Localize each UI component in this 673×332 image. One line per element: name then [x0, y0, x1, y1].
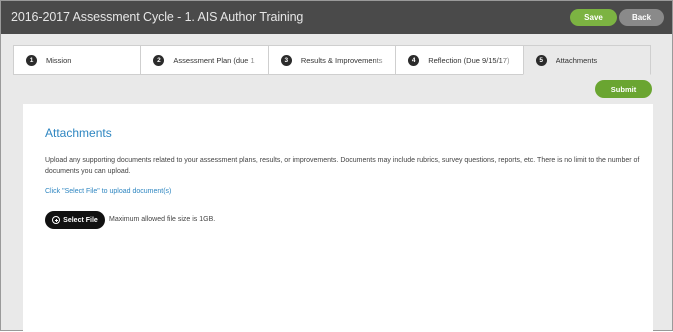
- tab-label: Assessment Plan (due 1: [173, 55, 255, 65]
- max-file-size-note: Maximum allowed file size is 1GB.: [109, 216, 216, 223]
- tab-label: Reflection (Due 9/15/17): [428, 55, 510, 65]
- select-file-instruction-link[interactable]: Click "Select File" to upload document(s…: [45, 188, 171, 195]
- tab-attachments[interactable]: 5 Attachments: [522, 45, 652, 75]
- tab-label: Results & Improvements: [300, 55, 383, 65]
- tab-results-improvements[interactable]: 3 Results & Improvements: [267, 45, 396, 75]
- tab-assessment-plan[interactable]: 2 Assessment Plan (due 1: [140, 45, 268, 75]
- app-window: 2016-2017 Assessment Cycle - 1. AIS Auth…: [0, 0, 673, 332]
- plus-circle-icon: [52, 216, 61, 224]
- attachments-panel: Attachments Upload any supporting docume…: [23, 104, 653, 332]
- attachments-description: Upload any supporting documents related …: [45, 157, 640, 175]
- submit-button[interactable]: Submit: [595, 80, 652, 98]
- tab-reflection[interactable]: 4 Reflection (Due 9/15/17): [395, 45, 523, 75]
- title-bar: 2016-2017 Assessment Cycle - 1. AIS Auth…: [1, 1, 672, 34]
- window-title: 2016-2017 Assessment Cycle - 1. AIS Auth…: [11, 10, 304, 24]
- step-2-icon: 2: [153, 54, 165, 66]
- step-1-icon: 1: [26, 54, 37, 66]
- step-tabs: 1 Mission 2 Assessment Plan (due 1 3 Res…: [13, 45, 652, 75]
- tab-mission[interactable]: 1 Mission: [13, 45, 141, 75]
- save-button[interactable]: Save: [570, 9, 617, 26]
- step-4-icon: 4: [408, 54, 420, 66]
- step-5-icon: 5: [535, 54, 547, 66]
- tab-label: Attachments: [555, 55, 598, 65]
- back-button[interactable]: Back: [619, 9, 664, 26]
- select-file-button[interactable]: Select File: [45, 211, 105, 229]
- select-file-label: Select File: [63, 216, 98, 224]
- step-3-icon: 3: [280, 54, 292, 66]
- section-title: Attachments: [45, 126, 112, 140]
- tab-label: Mission: [46, 55, 72, 65]
